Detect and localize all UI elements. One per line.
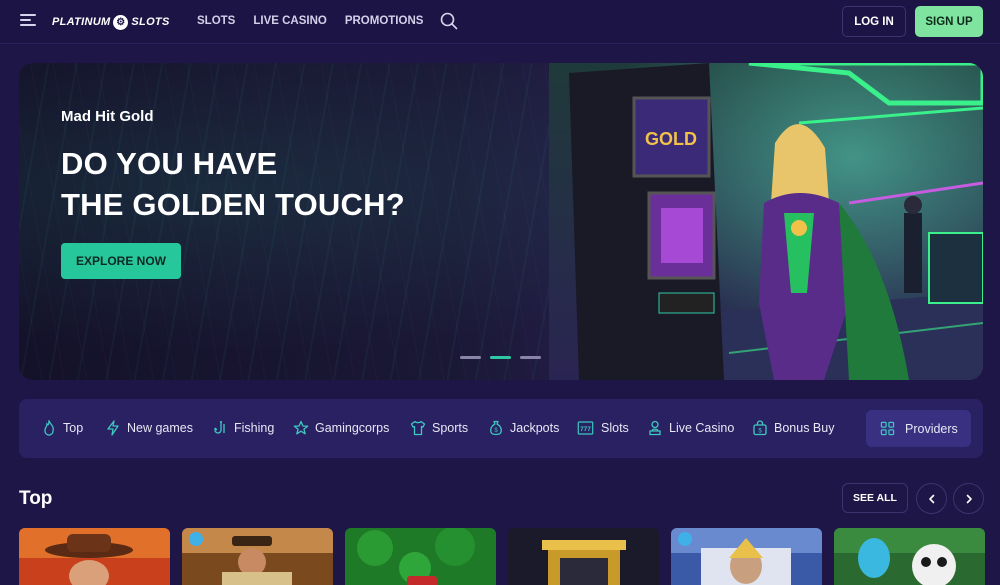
category-label: Live Casino	[669, 421, 735, 435]
see-all-button[interactable]: SEE ALL	[842, 483, 908, 513]
category-label: Sports	[432, 421, 469, 435]
signup-button[interactable]: SIGN UP	[915, 6, 983, 37]
star-icon	[293, 420, 309, 435]
category-gamingcorps[interactable]: Gamingcorps	[293, 417, 389, 439]
category-fishing[interactable]: Fishing	[212, 417, 274, 439]
section-title-top: Top	[19, 488, 53, 509]
top-header: PLATINUM ⚙ SLOTS SLOTS LIVE CASINO PROMO…	[0, 0, 1000, 44]
game-tile-6[interactable]	[834, 528, 985, 585]
hero-subtitle: Mad Hit Gold	[61, 108, 154, 125]
carousel-dot-3[interactable]	[520, 356, 541, 359]
grid-icon	[880, 421, 895, 436]
category-jackpots[interactable]: $ Jackpots	[488, 417, 559, 439]
carousel-dot-2[interactable]	[490, 356, 511, 359]
dealer-icon	[649, 420, 661, 436]
next-arrow-icon[interactable]	[953, 483, 984, 514]
game-tile-5[interactable]	[671, 528, 822, 585]
prev-arrow-icon[interactable]	[916, 483, 947, 514]
category-bar: Top New games Fishing Gamingcorps Sports…	[19, 399, 983, 458]
category-label: Fishing	[234, 421, 275, 435]
hero-banner[interactable]: GOLD Mad Hit Gold DO YOU HAVE THE GOLDEN…	[19, 63, 983, 380]
category-label: Slots	[601, 421, 629, 435]
providers-button[interactable]: Providers	[866, 410, 971, 447]
game-tile-1[interactable]	[19, 528, 170, 585]
gift-bag-icon: $	[753, 420, 767, 436]
hero-title: DO YOU HAVE THE GOLDEN TOUCH?	[61, 143, 481, 225]
money-bag-icon: $	[490, 420, 502, 436]
game-tiles-row	[19, 528, 985, 585]
game-tile-4[interactable]	[508, 528, 659, 585]
lightning-icon	[107, 420, 119, 436]
hero-title-line1: DO YOU HAVE	[61, 146, 278, 181]
category-sports[interactable]: Sports	[410, 417, 468, 439]
fishhook-icon	[214, 421, 225, 434]
category-slots[interactable]: 777 Slots	[576, 417, 629, 439]
nav-promotions[interactable]: PROMOTIONS	[345, 15, 424, 27]
nav-live-casino[interactable]: LIVE CASINO	[253, 15, 326, 27]
hero-illustration: GOLD	[549, 63, 983, 380]
hamburger-menu-icon[interactable]	[20, 13, 36, 27]
explore-now-button[interactable]: EXPLORE NOW	[61, 243, 181, 279]
game-tile-2[interactable]	[182, 528, 333, 585]
hero-title-line2: THE GOLDEN TOUCH?	[61, 187, 405, 222]
shirt-icon	[410, 420, 426, 436]
category-label: Top	[63, 421, 84, 435]
category-label: Bonus Buy	[774, 421, 835, 435]
logo-gear-icon: ⚙	[113, 14, 129, 30]
svg-text:$: $	[758, 429, 762, 435]
carousel-dot-1[interactable]	[460, 356, 481, 359]
main-nav: SLOTS LIVE CASINO PROMOTIONS	[197, 15, 441, 27]
category-label: Jackpots	[510, 421, 560, 435]
svg-text:777: 777	[580, 426, 591, 433]
providers-label: Providers	[905, 421, 958, 436]
category-label: New games	[127, 421, 193, 435]
flame-icon	[44, 420, 54, 436]
svg-text:GOLD: GOLD	[645, 129, 697, 149]
login-button[interactable]: LOG IN	[842, 6, 906, 37]
777-icon: 777	[577, 421, 594, 435]
game-tile-3[interactable]	[345, 528, 496, 585]
svg-text:$: $	[494, 428, 498, 434]
logo-text-left: PLATINUM	[52, 16, 111, 28]
category-top[interactable]: Top	[41, 417, 83, 439]
category-label: Gamingcorps	[315, 421, 390, 435]
category-bonus-buy[interactable]: $ Bonus Buy	[752, 417, 834, 439]
category-live-casino[interactable]: Live Casino	[647, 417, 734, 439]
logo-text-right: SLOTS	[131, 16, 170, 28]
nav-slots[interactable]: SLOTS	[197, 15, 235, 27]
carousel-dots	[460, 356, 541, 359]
site-logo[interactable]: PLATINUM ⚙ SLOTS	[52, 12, 170, 32]
search-icon[interactable]	[440, 12, 458, 30]
category-new-games[interactable]: New games	[105, 417, 193, 439]
